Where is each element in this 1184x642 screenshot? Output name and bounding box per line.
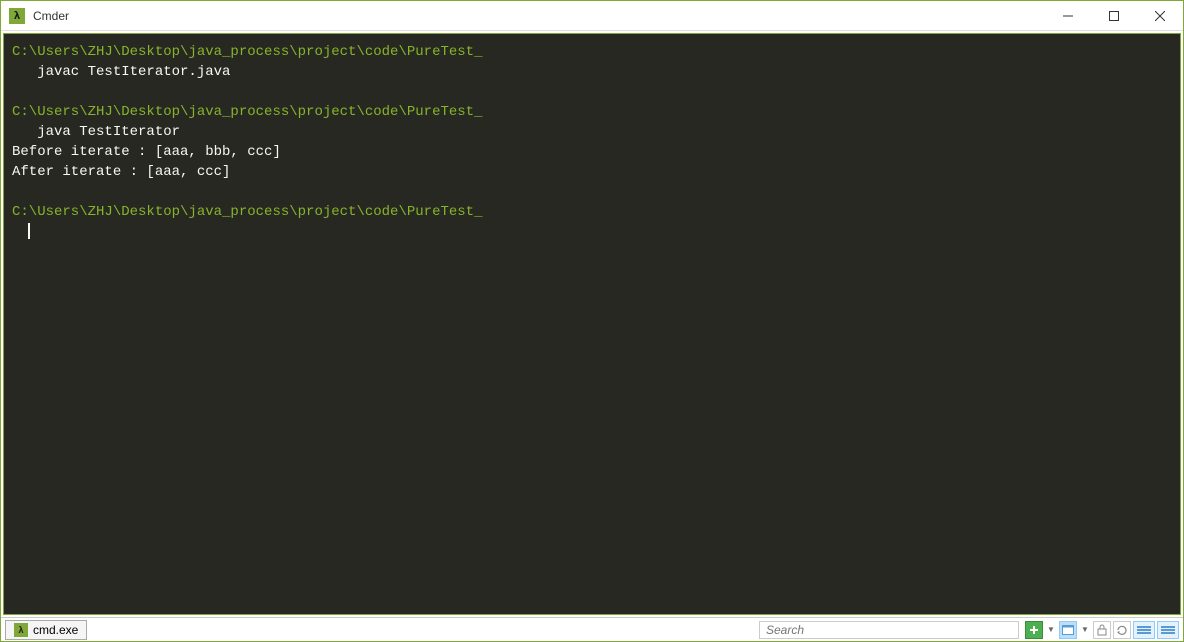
close-button[interactable]	[1137, 1, 1183, 30]
titlebar: λ Cmder	[1, 1, 1183, 31]
status-icons: ▼ ▼	[1025, 621, 1179, 639]
prompt-path: C:\Users\ZHJ\Desktop\java_process\projec…	[12, 104, 482, 120]
dropdown-icon[interactable]: ▼	[1045, 621, 1057, 639]
prompt-path: C:\Users\ZHJ\Desktop\java_process\projec…	[12, 44, 482, 60]
add-tab-button[interactable]	[1025, 621, 1043, 639]
maximize-button[interactable]	[1091, 1, 1137, 30]
tab-label: cmd.exe	[33, 623, 78, 637]
output-line: After iterate : [aaa, ccc]	[12, 164, 230, 180]
search-input[interactable]	[759, 621, 1019, 639]
tab-cmd[interactable]: λ cmd.exe	[5, 620, 87, 640]
output-line: Before iterate : [aaa, bbb, ccc]	[12, 144, 281, 160]
dropdown-icon[interactable]: ▼	[1079, 621, 1091, 639]
cmder-window: λ Cmder C:\Users\ZHJ\Desktop\java_proces…	[0, 0, 1184, 642]
statusbar: λ cmd.exe ▼ ▼	[1, 617, 1183, 641]
window-controls	[1045, 1, 1183, 30]
refresh-icon[interactable]	[1113, 621, 1131, 639]
command-text: javac TestIterator.java	[12, 64, 230, 80]
window-icon[interactable]	[1059, 621, 1077, 639]
panel-icon[interactable]	[1133, 621, 1155, 639]
prompt-path: C:\Users\ZHJ\Desktop\java_process\projec…	[12, 204, 482, 220]
command-text: java TestIterator	[12, 124, 180, 140]
terminal-area[interactable]: C:\Users\ZHJ\Desktop\java_process\projec…	[3, 33, 1181, 615]
tab-icon: λ	[14, 623, 28, 637]
lock-icon[interactable]	[1093, 621, 1111, 639]
app-icon: λ	[9, 8, 25, 24]
window-title: Cmder	[33, 9, 69, 23]
minimize-button[interactable]	[1045, 1, 1091, 30]
menu-icon[interactable]	[1157, 621, 1179, 639]
cursor	[28, 223, 30, 239]
